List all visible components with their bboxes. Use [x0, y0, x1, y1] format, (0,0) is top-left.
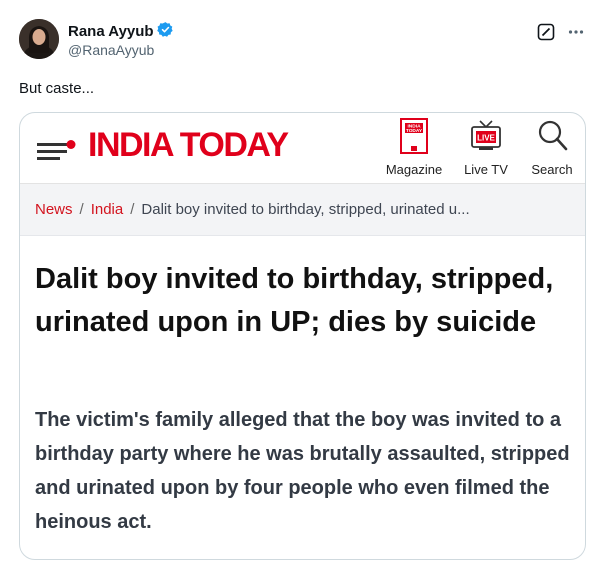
- live-icon-label: LIVE: [477, 134, 495, 143]
- breadcrumb-separator: /: [79, 201, 84, 218]
- verified-badge-icon: [156, 21, 174, 42]
- article-summary: The victim's family alleged that the boy…: [35, 409, 570, 533]
- hamburger-menu-icon[interactable]: [37, 139, 77, 168]
- nav-live-tv-label: Live TV: [464, 162, 508, 177]
- grok-icon[interactable]: [537, 23, 555, 46]
- breadcrumb-news[interactable]: News: [35, 201, 73, 218]
- author-name-row[interactable]: Rana Ayyub: [68, 21, 174, 42]
- breadcrumb-separator: /: [130, 201, 135, 218]
- nav-magazine-label: Magazine: [385, 162, 443, 177]
- magazine-icon-today: TODAY: [406, 128, 423, 134]
- breadcrumb-current: Dalit boy invited to birthday, stripped,…: [141, 201, 470, 218]
- nav-magazine[interactable]: INDIA TODAY Magazine: [377, 117, 451, 177]
- site-header: INDIA TODAY INDIA TODAY Magazine LIVE Li…: [20, 113, 585, 184]
- article-headline: Dalit boy invited to birthday, stripped,…: [35, 263, 554, 338]
- more-icon[interactable]: [567, 23, 585, 46]
- author-name[interactable]: Rana Ayyub: [68, 23, 154, 40]
- avatar[interactable]: [19, 19, 59, 59]
- nav-live-tv[interactable]: LIVE Live TV: [456, 117, 516, 177]
- live-tv-icon: LIVE: [456, 117, 516, 158]
- article-card-image[interactable]: INDIA TODAY INDIA TODAY Magazine LIVE Li…: [19, 112, 586, 560]
- search-icon: [522, 117, 582, 158]
- author-handle[interactable]: @RanaAyyub: [68, 42, 154, 58]
- tweet-actions: [537, 23, 585, 46]
- breadcrumb: News / India / Dalit boy invited to birt…: [20, 184, 585, 236]
- tweet-text: But caste...: [19, 80, 95, 97]
- magazine-icon: INDIA TODAY: [377, 117, 451, 158]
- breadcrumb-india[interactable]: India: [91, 201, 124, 218]
- nav-search-label: Search: [531, 162, 573, 177]
- india-today-logo[interactable]: INDIA TODAY: [88, 125, 289, 165]
- nav-search[interactable]: Search: [522, 117, 582, 177]
